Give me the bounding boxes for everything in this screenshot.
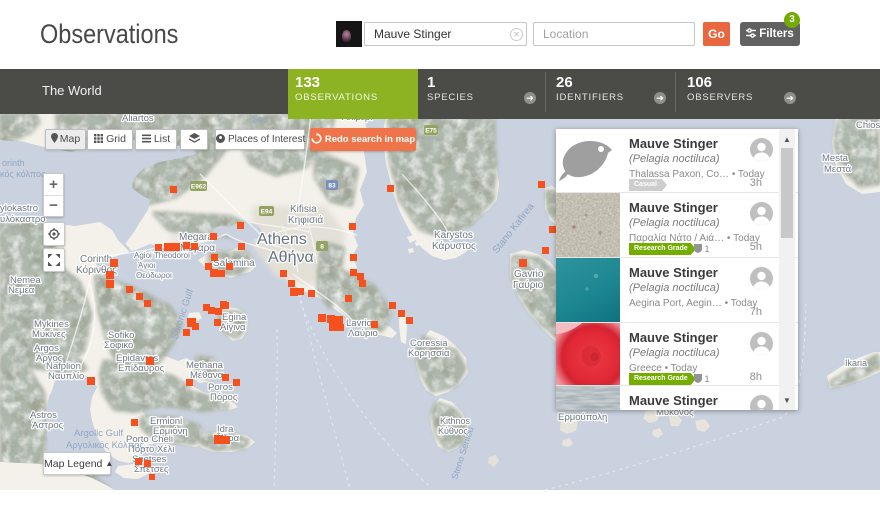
svg-text:Επίδαυρος: Επίδαυρος <box>118 363 165 374</box>
svg-text:υλόκαστρο: υλόκαστρο <box>0 214 46 225</box>
svg-text:83: 83 <box>328 183 336 190</box>
svg-text:Μεστά: Μεστά <box>824 164 852 175</box>
svg-text:E75: E75 <box>425 128 437 135</box>
svg-text:Athens: Athens <box>257 231 307 248</box>
svg-text:Γαύριο: Γαύριο <box>513 279 544 291</box>
svg-text:Agioi Theodoroi: Agioi Theodoroi <box>134 251 190 260</box>
svg-text:Άστρος: Άστρος <box>32 420 64 431</box>
svg-text:Θεόδωροι: Θεόδωροι <box>136 271 172 280</box>
svg-text:κός κόλπος: κός κόλπος <box>0 169 46 179</box>
svg-text:Αθήνα: Αθήνα <box>268 249 314 266</box>
svg-text:orinth: orinth <box>2 158 25 168</box>
svg-text:Ναυπλίο: Ναυπλίο <box>48 371 84 382</box>
svg-text:Λαύριο: Λαύριο <box>348 328 378 339</box>
svg-text:Μέθανα: Μέθανα <box>190 370 224 381</box>
svg-text:Μυκίνες: Μυκίνες <box>32 329 66 340</box>
svg-text:Kithnos: Kithnos <box>440 416 471 426</box>
svg-text:Argolic Gulf: Argolic Gulf <box>74 428 123 439</box>
svg-text:Salamina: Salamina <box>213 258 255 269</box>
svg-text:Karystos: Karystos <box>434 230 473 241</box>
svg-text:Chios: Chios <box>856 120 880 131</box>
svg-text:Corinth: Corinth <box>80 254 112 265</box>
svg-text:Sou: Sou <box>252 114 268 124</box>
svg-text:Κηφισιά: Κηφισιά <box>288 214 323 226</box>
svg-text:Ikaria: Ikaria <box>845 358 867 368</box>
svg-text:Aliartos: Aliartos <box>122 114 154 124</box>
svg-text:Αίγινα: Αίγινα <box>220 322 246 333</box>
svg-text:Άγιοι: Άγιοι <box>138 261 155 270</box>
svg-text:8: 8 <box>320 244 324 251</box>
svg-text:Gavrio: Gavrio <box>514 269 544 280</box>
svg-text:Ερμούπολη: Ερμούπολη <box>558 412 607 423</box>
svg-text:Πόρος: Πόρος <box>210 392 238 403</box>
svg-text:Kifisia: Kifisia <box>290 204 317 215</box>
svg-text:Αργολικός Κόλπος: Αργολικός Κόλπος <box>66 440 144 451</box>
svg-text:Mesta: Mesta <box>822 153 849 164</box>
svg-text:Νεμέα: Νεμέα <box>8 285 35 296</box>
svg-text:E94: E94 <box>261 209 273 216</box>
svg-text:Κορησσία: Κορησσία <box>408 348 450 359</box>
svg-text:Κάρυστος: Κάρυστος <box>432 240 476 252</box>
svg-text:ylokastro: ylokastro <box>0 203 38 214</box>
svg-text:Megara: Megara <box>179 232 213 243</box>
svg-text:Σοφικό: Σοφικό <box>104 340 133 351</box>
svg-text:E962: E962 <box>191 184 207 191</box>
svg-text:Σπέτσες: Σπέτσες <box>134 464 169 475</box>
